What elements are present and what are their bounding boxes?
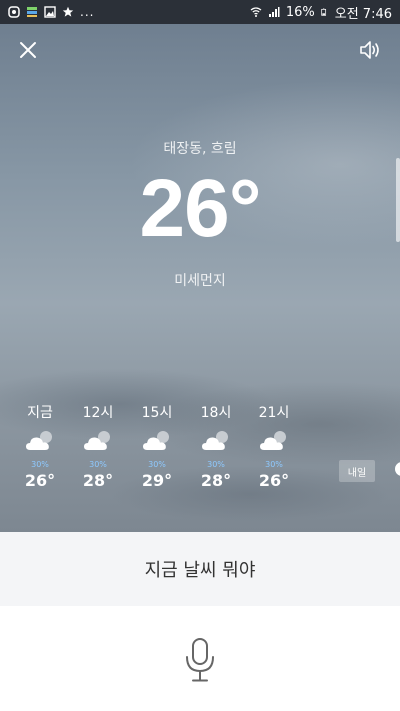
forecast-temp: 26° [24,471,56,490]
forecast-temp: 29° [141,471,173,490]
forecast-time: 지금 [27,405,53,421]
fine-dust-label[interactable]: 미세먼지 [0,270,400,290]
forecast-temp: 28° [200,471,232,490]
precip-chance: 30% [265,460,283,469]
speaker-button[interactable] [356,36,384,64]
cloud-icon [26,431,52,450]
forecast-item: 21시 30% 26° [254,402,294,490]
forecast-temp: 28° [82,471,114,490]
forecast-item: 18시 30% 28° [196,402,236,490]
forecast-item: 15시 30% 29° [137,402,177,490]
cloud-icon [395,462,400,476]
close-button[interactable] [14,36,42,64]
precip-chance: 30% [148,460,166,469]
signal-icon [268,7,280,17]
location-condition: 태장동, 흐림 [163,141,237,157]
forecast-item: 지금 30% 26° [20,402,60,490]
status-bar-left: ... [8,5,94,19]
precip-chance: 30% [207,460,225,469]
precip-chance: 30% [31,460,49,469]
cloud-icon [84,431,110,450]
current-temperature: 26° [139,163,261,254]
weather-panel: 태장동, 흐림 26° 미세먼지 지금 30% 26° 12시 30% 28° … [0,24,400,532]
forecast-time: 21시 [258,405,290,421]
wifi-icon [250,7,262,17]
forecast-time: 18시 [200,405,232,421]
status-bar: ... 16% 오전 7:46 [0,0,400,24]
microphone-icon [186,638,214,682]
status-bar-right: 16% 오전 7:46 [250,3,392,22]
more-notifications-dots: ... [80,5,95,19]
voice-input-area [0,606,400,711]
forecast-time: 15시 [141,405,173,421]
voice-query-text: 지금 날씨 뭐야 [0,532,400,606]
scroll-handle[interactable] [396,158,400,242]
precip-chance: 30% [89,460,107,469]
query-label: 지금 날씨 뭐야 [144,560,256,581]
app-notification-icon [8,6,20,18]
microphone-button[interactable] [180,636,220,684]
forecast-item: 12시 30% 28° [78,402,118,490]
cloud-icon [143,431,169,450]
battery-percent: 16% [285,4,315,20]
image-notification-icon [44,6,56,18]
clock: 오전 7:46 [334,6,392,22]
star-notification-icon [62,6,74,17]
stack-notification-icon [27,7,37,17]
cloud-icon [260,431,286,450]
tomorrow-chip[interactable]: 내일 [339,460,375,482]
forecast-temp: 26° [258,471,290,490]
forecast-time: 12시 [82,405,114,421]
battery-icon [321,8,326,16]
close-icon [20,42,36,58]
speaker-icon [360,41,379,59]
cloud-icon [202,431,228,450]
